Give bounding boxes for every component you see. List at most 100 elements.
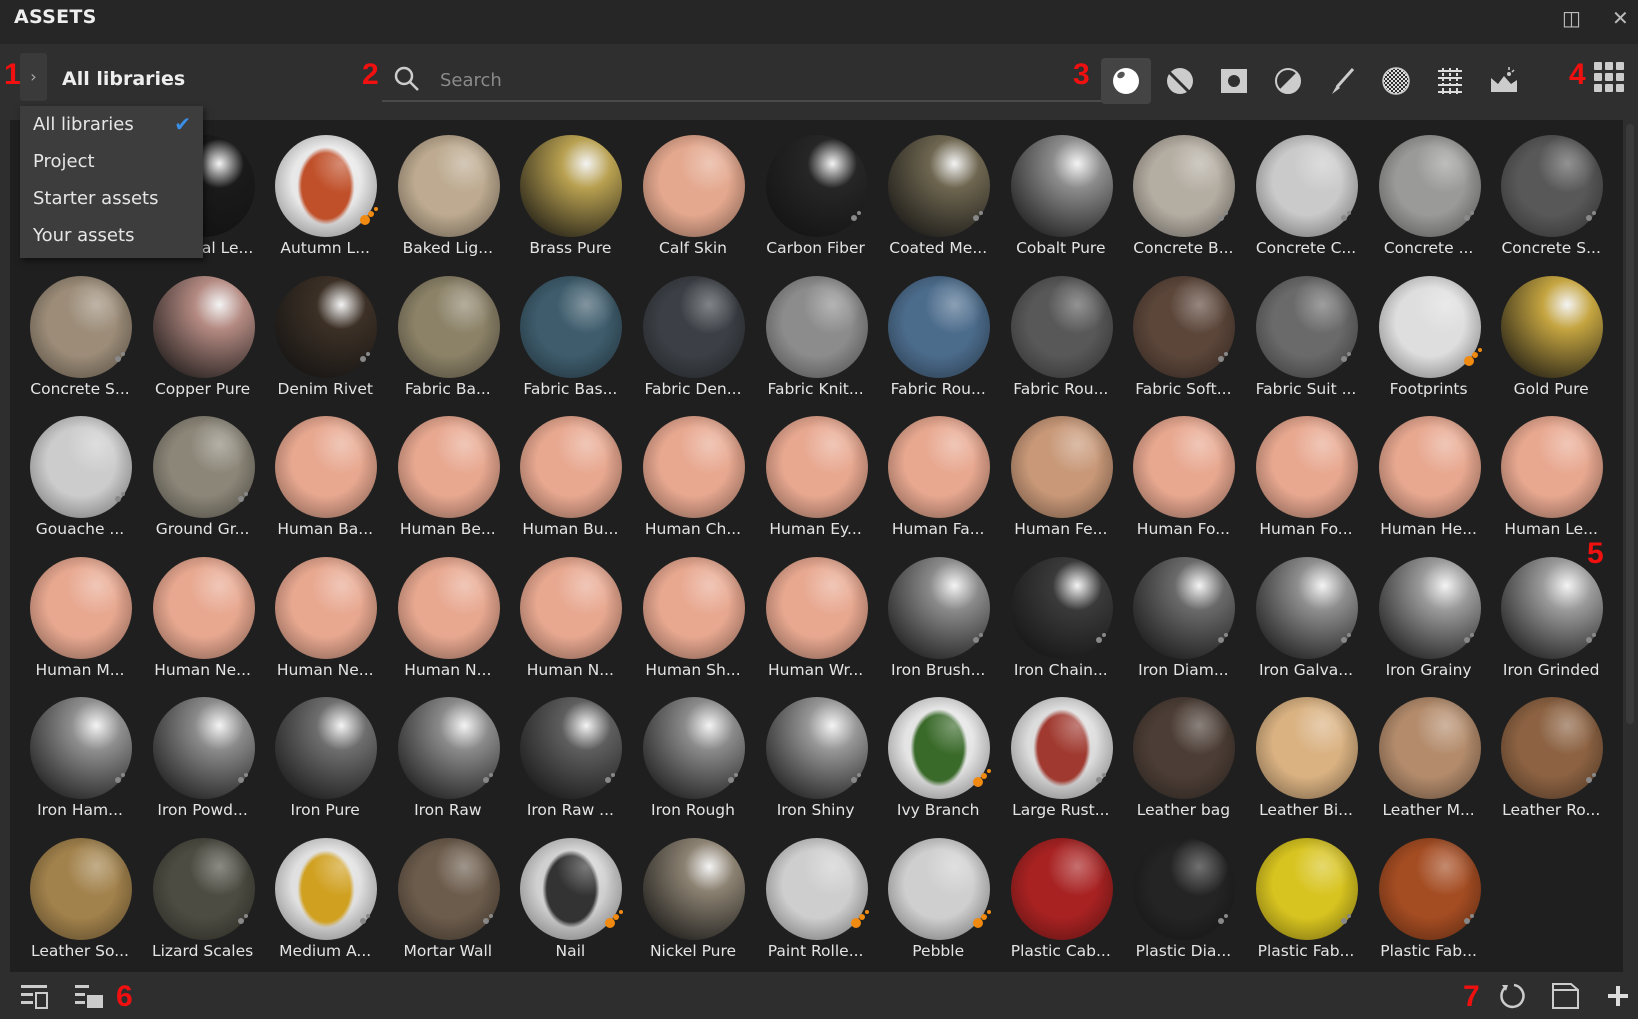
asset-tile[interactable]: Nickel Pure	[633, 828, 753, 964]
asset-tile[interactable]: Leather Ro...	[1491, 687, 1611, 823]
asset-tile[interactable]: Plastic Dia...	[1123, 828, 1243, 964]
folder-list-icon[interactable]	[74, 982, 104, 1010]
asset-tile[interactable]: Human Fo...	[1123, 406, 1243, 542]
filter-masks-icon[interactable]	[1209, 58, 1259, 104]
library-option-all[interactable]: All libraries ✔	[20, 106, 203, 143]
asset-tile[interactable]: Iron Grainy	[1369, 547, 1489, 683]
library-option-yours[interactable]: Your assets	[20, 217, 203, 254]
asset-tile[interactable]: Fabric Rou...	[878, 266, 998, 402]
asset-tile[interactable]: Human Fa...	[878, 406, 998, 542]
asset-tile[interactable]: Fabric Ba...	[388, 266, 508, 402]
asset-tile[interactable]: Iron Brush...	[878, 547, 998, 683]
asset-tile[interactable]: Medium A...	[265, 828, 385, 964]
new-folder-icon[interactable]	[1551, 982, 1581, 1010]
asset-tile[interactable]: Calf Skin	[633, 125, 753, 261]
scrollbar[interactable]	[1626, 124, 1634, 724]
filter-materials-icon[interactable]	[1101, 58, 1151, 104]
asset-tile[interactable]: Ground Gr...	[143, 406, 263, 542]
asset-tile[interactable]: Human Ne...	[265, 547, 385, 683]
asset-tile[interactable]: Paint Rolle...	[756, 828, 876, 964]
search-input[interactable]	[440, 66, 1080, 94]
asset-tile[interactable]: Iron Raw ...	[510, 687, 630, 823]
asset-tile[interactable]: Iron Chain...	[1001, 547, 1121, 683]
asset-tile[interactable]: Human M...	[20, 547, 140, 683]
asset-tile[interactable]: Gold Pure	[1491, 266, 1611, 402]
filter-smart-materials-icon[interactable]	[1155, 58, 1205, 104]
asset-tile[interactable]: Iron Diam...	[1123, 547, 1243, 683]
asset-tile[interactable]: Coated Me...	[878, 125, 998, 261]
asset-tile[interactable]: Plastic Fab...	[1246, 828, 1366, 964]
asset-tile[interactable]: Nail	[510, 828, 630, 964]
asset-tile[interactable]: Human Fe...	[1001, 406, 1121, 542]
asset-tile[interactable]: Fabric Suit ...	[1246, 266, 1366, 402]
add-icon[interactable]	[1604, 982, 1632, 1010]
filter-environments-icon[interactable]	[1479, 58, 1529, 104]
asset-tile[interactable]: Human N...	[510, 547, 630, 683]
library-option-starter[interactable]: Starter assets	[20, 180, 203, 217]
view-grid-icon[interactable]	[1594, 62, 1624, 92]
asset-tile[interactable]: Leather Bi...	[1246, 687, 1366, 823]
asset-tile[interactable]: Cobalt Pure	[1001, 125, 1121, 261]
asset-tile[interactable]: Lizard Scales	[143, 828, 263, 964]
asset-tile[interactable]: Brass Pure	[510, 125, 630, 261]
asset-tile[interactable]: Human Be...	[388, 406, 508, 542]
asset-tile[interactable]: Plastic Fab...	[1369, 828, 1489, 964]
filter-brushes-icon[interactable]	[1317, 58, 1367, 104]
asset-tile[interactable]: Carbon Fiber	[756, 125, 876, 261]
library-option-project[interactable]: Project	[20, 143, 203, 180]
asset-tile[interactable]: Fabric Den...	[633, 266, 753, 402]
library-expand-button[interactable]: ›	[20, 53, 47, 101]
asset-tile[interactable]: Plastic Cab...	[1001, 828, 1121, 964]
asset-tile[interactable]: Autumn L...	[265, 125, 385, 261]
asset-tile[interactable]: Human Ey...	[756, 406, 876, 542]
asset-tile[interactable]: Human He...	[1369, 406, 1489, 542]
asset-tile[interactable]: Concrete B...	[1123, 125, 1243, 261]
filter-smart-masks-icon[interactable]	[1263, 58, 1313, 104]
asset-tile[interactable]: Leather M...	[1369, 687, 1489, 823]
asset-tile[interactable]: Human Sh...	[633, 547, 753, 683]
asset-tile[interactable]: Mortar Wall	[388, 828, 508, 964]
asset-tile[interactable]: Copper Pure	[143, 266, 263, 402]
asset-tile[interactable]: Iron Ham...	[20, 687, 140, 823]
asset-tile[interactable]: Concrete ...	[1369, 125, 1489, 261]
asset-tile[interactable]: Denim Rivet	[265, 266, 385, 402]
asset-tile[interactable]: Iron Pure	[265, 687, 385, 823]
search-box[interactable]	[382, 58, 1102, 102]
close-icon[interactable]: ✕	[1612, 6, 1629, 30]
asset-tile[interactable]: Fabric Soft...	[1123, 266, 1243, 402]
asset-tile[interactable]: Ivy Branch	[878, 687, 998, 823]
asset-tile[interactable]: Large Rust...	[1001, 687, 1121, 823]
asset-tile[interactable]: Footprints	[1369, 266, 1489, 402]
filter-list-icon[interactable]	[20, 982, 50, 1010]
asset-tile[interactable]: Human Ch...	[633, 406, 753, 542]
asset-tile[interactable]: Iron Powd...	[143, 687, 263, 823]
asset-tile[interactable]: Gouache ...	[20, 406, 140, 542]
refresh-icon[interactable]	[1497, 982, 1527, 1010]
asset-name: Iron Ham...	[37, 801, 123, 819]
asset-tile[interactable]: Iron Shiny	[756, 687, 876, 823]
dock-icon[interactable]: ◫	[1562, 6, 1581, 30]
asset-tile[interactable]: Fabric Rou...	[1001, 266, 1121, 402]
asset-tile[interactable]: Leather So...	[20, 828, 140, 964]
asset-tile[interactable]: Pebble	[878, 828, 998, 964]
asset-tile[interactable]: Human N...	[388, 547, 508, 683]
asset-tile[interactable]: Concrete C...	[1246, 125, 1366, 261]
asset-tile[interactable]: Leather bag	[1123, 687, 1243, 823]
asset-tile[interactable]: Concrete S...	[1491, 125, 1611, 261]
asset-tile[interactable]: Human Fo...	[1246, 406, 1366, 542]
asset-tile[interactable]: Iron Galva...	[1246, 547, 1366, 683]
asset-tile[interactable]: Human Le...	[1491, 406, 1611, 542]
asset-tile[interactable]: Fabric Bas...	[510, 266, 630, 402]
asset-tile[interactable]: Iron Rough	[633, 687, 753, 823]
filter-textures-icon[interactable]	[1425, 58, 1475, 104]
asset-tile[interactable]: Iron Raw	[388, 687, 508, 823]
asset-tile[interactable]: Concrete S...	[20, 266, 140, 402]
asset-tile[interactable]: Fabric Knit...	[756, 266, 876, 402]
asset-tile[interactable]: Human Bu...	[510, 406, 630, 542]
asset-tile[interactable]: Baked Lig...	[388, 125, 508, 261]
filter-alphas-icon[interactable]	[1371, 58, 1421, 104]
asset-tile[interactable]: Human Wr...	[756, 547, 876, 683]
asset-tile[interactable]: Human Ne...	[143, 547, 263, 683]
asset-tile[interactable]: Human Ba...	[265, 406, 385, 542]
library-selector[interactable]: All libraries	[62, 66, 185, 92]
